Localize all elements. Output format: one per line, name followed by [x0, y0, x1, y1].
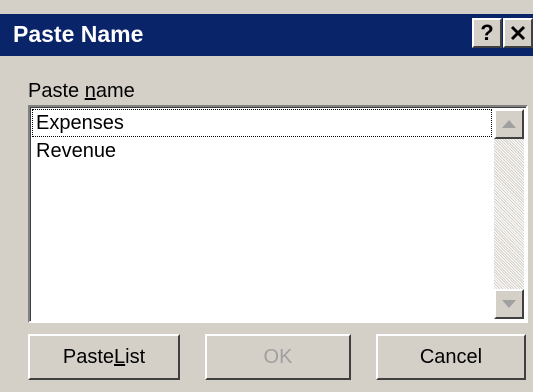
- list-item-revenue[interactable]: Revenue: [32, 137, 492, 165]
- scroll-down-button[interactable]: [494, 289, 524, 319]
- names-listbox[interactable]: Expenses Revenue: [28, 105, 528, 323]
- paste-name-dialog: Paste Name ? Paste name Expenses Revenue: [0, 0, 533, 392]
- help-button[interactable]: ?: [472, 18, 502, 48]
- list-item-expenses[interactable]: Expenses: [32, 109, 492, 137]
- close-button[interactable]: [503, 18, 533, 48]
- vertical-scrollbar[interactable]: [494, 109, 524, 319]
- arrow-up-icon: [502, 120, 516, 128]
- help-icon: ?: [480, 20, 494, 45]
- paste-list-button[interactable]: Paste List: [28, 334, 180, 380]
- label-mnemonic: n: [84, 80, 96, 102]
- arrow-down-icon: [502, 300, 516, 308]
- ok-button[interactable]: OK: [205, 334, 351, 380]
- window-title: Paste Name: [13, 21, 144, 47]
- cancel-button[interactable]: Cancel: [376, 334, 526, 380]
- close-icon: [510, 25, 526, 41]
- title-bar[interactable]: Paste Name ?: [0, 14, 533, 56]
- paste-name-label: Paste name: [28, 80, 135, 102]
- scroll-up-button[interactable]: [494, 109, 524, 139]
